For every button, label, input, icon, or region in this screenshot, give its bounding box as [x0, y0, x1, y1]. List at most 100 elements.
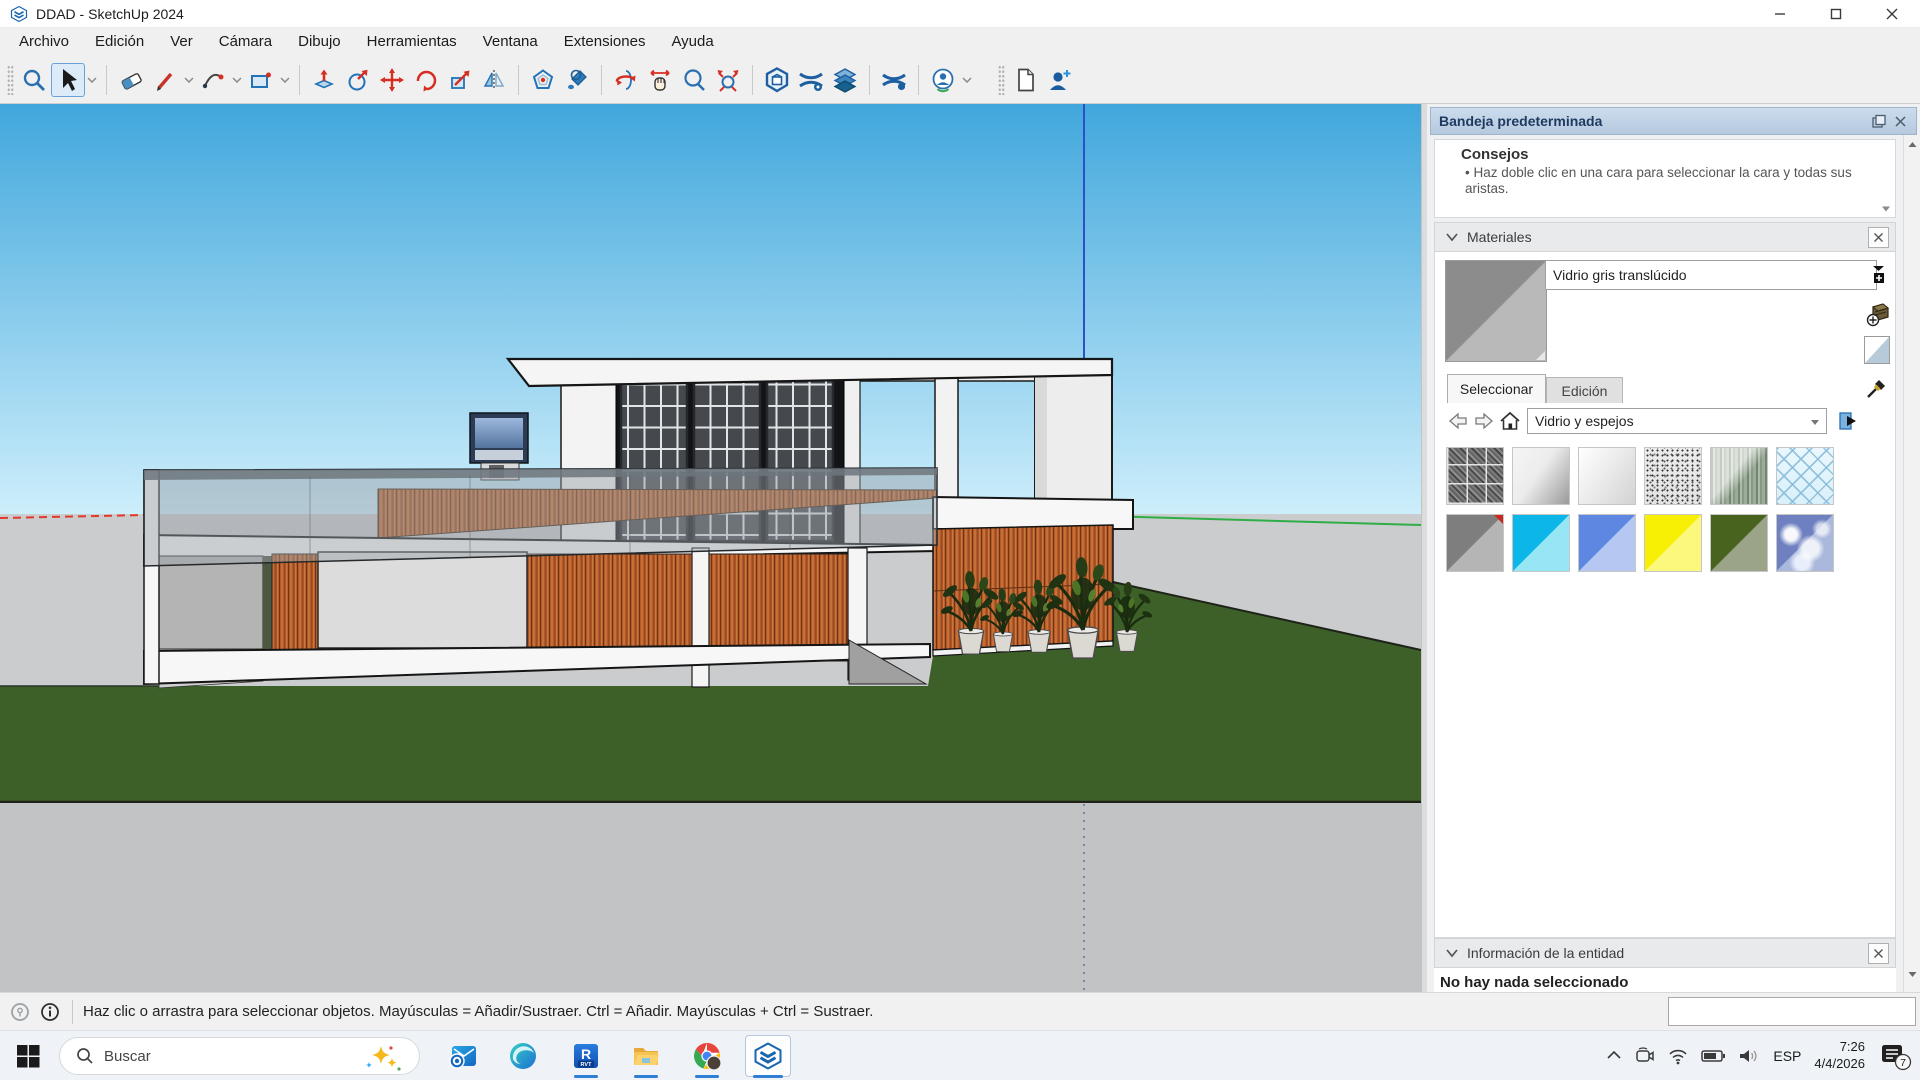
mirror-white-swatch[interactable] — [1578, 447, 1636, 505]
camera-tray-icon[interactable] — [1635, 1047, 1655, 1065]
cyan-translucent-glass-swatch[interactable] — [1512, 514, 1570, 572]
scroll-up-icon[interactable] — [1908, 141, 1917, 148]
paint-bucket-tool-button[interactable] — [560, 63, 594, 97]
sketchup-app-active[interactable] — [745, 1035, 791, 1077]
collection-dropdown[interactable]: Vidrio y espejos — [1527, 408, 1827, 434]
zoom-extents-tool-button[interactable] — [711, 63, 745, 97]
tray-scrollbar[interactable] — [1903, 135, 1920, 992]
menu-item-ayuda[interactable]: Ayuda — [658, 28, 726, 56]
language-indicator[interactable]: ESP — [1773, 1048, 1801, 1064]
scroll-down-icon[interactable] — [1908, 971, 1917, 978]
add-collaborator-button[interactable] — [1042, 63, 1076, 97]
viewport-canvas[interactable] — [0, 104, 1421, 992]
material-preview-thumbnail[interactable] — [1445, 260, 1547, 362]
follow-me-tool-button[interactable] — [341, 63, 375, 97]
materials-section-header[interactable]: Materiales — [1434, 222, 1896, 252]
menu-item-camara[interactable]: Cámara — [206, 28, 285, 56]
close-button[interactable] — [1864, 0, 1920, 28]
eyedropper-icon[interactable] — [1865, 376, 1887, 400]
file-explorer-app-icon[interactable] — [631, 1041, 661, 1071]
green-translucent-glass-swatch[interactable] — [1710, 514, 1768, 572]
library-pane-button[interactable] — [1835, 409, 1861, 433]
entity-info-close-button[interactable] — [1868, 943, 1889, 964]
flip-tool-button[interactable] — [477, 63, 511, 97]
tips-scroll-down-icon[interactable] — [1881, 205, 1891, 213]
ribbed-green-glass-swatch[interactable] — [1710, 447, 1768, 505]
menu-item-dibujo[interactable]: Dibujo — [285, 28, 354, 56]
move-tool-button[interactable] — [375, 63, 409, 97]
rectangle-tool-caret[interactable] — [278, 63, 292, 97]
material-sample-swatch[interactable] — [1864, 336, 1890, 364]
glass-blocks-swatch[interactable] — [1446, 447, 1504, 505]
maximize-button[interactable] — [1808, 0, 1864, 28]
revit-app-icon[interactable]: R RVT — [571, 1041, 601, 1071]
arc-tool-caret[interactable] — [230, 63, 244, 97]
account-caret[interactable] — [960, 63, 974, 97]
tray-pin-icon[interactable] — [1871, 114, 1886, 129]
tab-seleccionar[interactable]: Seleccionar — [1447, 374, 1546, 403]
styles-sections-button[interactable] — [877, 63, 911, 97]
rectangle-tool-button[interactable] — [244, 63, 278, 97]
offset-tool-button[interactable] — [526, 63, 560, 97]
eraser-tool-button[interactable] — [114, 63, 148, 97]
chrome-app-icon[interactable] — [692, 1041, 722, 1071]
arc-tool-button[interactable] — [196, 63, 230, 97]
sky-reflective-glass-swatch[interactable] — [1776, 514, 1834, 572]
outlook-app-icon[interactable] — [448, 1041, 478, 1071]
edge-app-icon[interactable] — [508, 1041, 538, 1071]
zoom-tool-button[interactable] — [17, 63, 51, 97]
yellow-translucent-glass-swatch[interactable] — [1644, 514, 1702, 572]
tray-close-icon[interactable] — [1893, 114, 1908, 129]
geolocation-icon[interactable] — [10, 1002, 30, 1022]
menu-item-ver[interactable]: Ver — [157, 28, 206, 56]
orbit-tool-button[interactable] — [609, 63, 643, 97]
tray-titlebar[interactable]: Bandeja predeterminada — [1430, 107, 1917, 135]
pan-tool-button[interactable] — [643, 63, 677, 97]
home-button[interactable] — [1497, 409, 1523, 433]
blue-lattice-glass-swatch[interactable] — [1776, 447, 1834, 505]
start-button-icon[interactable] — [14, 1042, 42, 1070]
rotate-tool-button[interactable] — [409, 63, 443, 97]
material-name-input[interactable] — [1545, 260, 1877, 290]
tray-expand-icon[interactable] — [1606, 1048, 1622, 1064]
info-icon[interactable] — [40, 1002, 60, 1022]
select-tool-button[interactable] — [51, 63, 85, 97]
menu-item-herramientas[interactable]: Herramientas — [354, 28, 470, 56]
volume-icon[interactable] — [1738, 1048, 1760, 1064]
taskbar-clock[interactable]: 7:26 4/4/2026 — [1814, 1039, 1865, 1073]
select-tool-caret[interactable] — [85, 63, 99, 97]
entity-info-section-header[interactable]: Información de la entidad — [1434, 938, 1896, 968]
blue-translucent-glass-swatch[interactable] — [1578, 514, 1636, 572]
minimize-button[interactable] — [1752, 0, 1808, 28]
menu-item-edicion[interactable]: Edición — [82, 28, 157, 56]
menu-item-extensiones[interactable]: Extensiones — [551, 28, 659, 56]
extension-warehouse-button[interactable] — [794, 63, 828, 97]
tab-edicion[interactable]: Edición — [1546, 377, 1623, 403]
mirror-gray-swatch[interactable] — [1512, 447, 1570, 505]
menu-item-ventana[interactable]: Ventana — [470, 28, 551, 56]
back-button[interactable] — [1445, 409, 1471, 433]
secondary-pane-icon[interactable] — [1870, 264, 1887, 286]
wifi-icon[interactable] — [1668, 1047, 1688, 1065]
obscured-glass-swatch[interactable] — [1644, 447, 1702, 505]
account-button[interactable] — [926, 63, 960, 97]
3d-warehouse-button[interactable] — [760, 63, 794, 97]
gray-translucent-glass-swatch[interactable] — [1446, 514, 1504, 572]
model-viewport[interactable] — [0, 104, 1421, 992]
forward-button[interactable] — [1471, 409, 1497, 433]
new-document-button[interactable] — [1008, 63, 1042, 97]
section-plane-button[interactable] — [828, 63, 862, 97]
create-material-icon[interactable] — [1865, 300, 1891, 328]
zoom-view-tool-button[interactable] — [677, 63, 711, 97]
menu-item-archivo[interactable]: Archivo — [6, 28, 82, 56]
measurements-input[interactable] — [1668, 997, 1916, 1026]
toolbar-grip[interactable] — [998, 65, 1005, 95]
line-tool-caret[interactable] — [182, 63, 196, 97]
notification-center-icon[interactable]: 7 — [1878, 1041, 1912, 1071]
taskbar-search-box[interactable]: Buscar — [59, 1037, 420, 1075]
push-pull-tool-button[interactable] — [307, 63, 341, 97]
materials-close-button[interactable] — [1868, 227, 1889, 248]
line-tool-button[interactable] — [148, 63, 182, 97]
battery-icon[interactable] — [1701, 1049, 1725, 1063]
scale-tool-button[interactable] — [443, 63, 477, 97]
